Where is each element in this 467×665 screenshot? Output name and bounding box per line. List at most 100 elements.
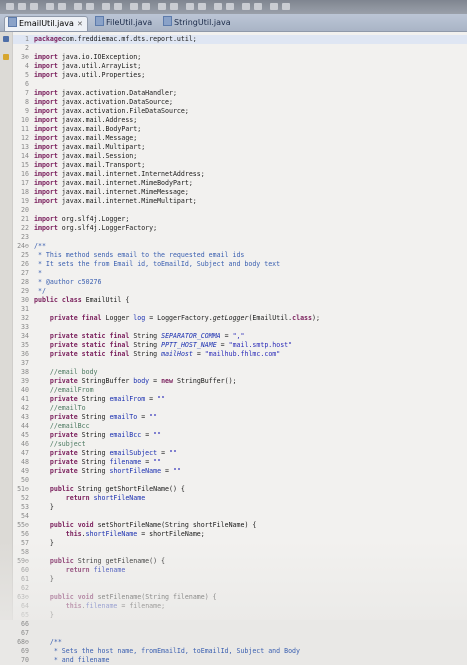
code-line[interactable]: 28 * @author c50276 xyxy=(13,278,467,287)
code-line[interactable]: 13 import javax.mail.Multipart; xyxy=(13,143,467,152)
toolbar-icon[interactable] xyxy=(46,3,54,10)
code-line[interactable]: 65 } xyxy=(13,611,467,620)
code-line[interactable]: 18 import javax.mail.internet.MimeMessage… xyxy=(13,188,467,197)
tab-fileutil[interactable]: FileUtil.java xyxy=(92,16,156,30)
toolbar-icon[interactable] xyxy=(18,3,26,10)
toolbar-icon[interactable] xyxy=(30,3,38,10)
toolbar-icon[interactable] xyxy=(282,3,290,10)
toolbar-icon[interactable] xyxy=(226,3,234,10)
code-line[interactable]: 9 import javax.activation.FileDataSource; xyxy=(13,107,467,116)
code-line[interactable]: 41 private String emailFrom = "" xyxy=(13,395,467,404)
code-line[interactable]: 59⊖ public String getFilename() { xyxy=(13,557,467,566)
close-icon[interactable]: ✕ xyxy=(77,20,83,28)
code-line[interactable]: 25 * This method sends email to the requ… xyxy=(13,251,467,260)
code-line[interactable]: 23 xyxy=(13,233,467,242)
code-line[interactable]: 53 } xyxy=(13,503,467,512)
code-line[interactable]: 32 private final Logger log = LoggerFact… xyxy=(13,314,467,323)
code-line[interactable]: 5 import java.util.Properties; xyxy=(13,71,467,80)
code-line[interactable]: 16 import javax.mail.internet.InternetAdd… xyxy=(13,170,467,179)
code-line[interactable]: 29 */ xyxy=(13,287,467,296)
toolbar-icon[interactable] xyxy=(86,3,94,10)
code-line[interactable]: 49 private String shortFileName = "" xyxy=(13,467,467,476)
bookmark-icon[interactable] xyxy=(3,36,9,42)
code-line[interactable]: 60 return filename xyxy=(13,566,467,575)
toolbar-icon[interactable] xyxy=(254,3,262,10)
toolbar-icon[interactable] xyxy=(74,3,82,10)
code-line[interactable]: 57 } xyxy=(13,539,467,548)
code-line[interactable]: 15 import javax.mail.Transport; xyxy=(13,161,467,170)
warning-icon[interactable] xyxy=(3,54,9,60)
code-line[interactable]: 27 * xyxy=(13,269,467,278)
toolbar-icon[interactable] xyxy=(102,3,110,10)
code-line[interactable]: 47 private String emailSubject = "" xyxy=(13,449,467,458)
code-line[interactable]: 10 import javax.mail.Address; xyxy=(13,116,467,125)
code-line[interactable]: 43 private String emailTo = "" xyxy=(13,413,467,422)
code-line[interactable]: 24⊖ /** xyxy=(13,242,467,251)
code-line[interactable]: 61 } xyxy=(13,575,467,584)
code-line[interactable]: 70 * and filename xyxy=(13,656,467,665)
tab-stringutil[interactable]: StringUtil.java xyxy=(160,16,235,30)
toolbar-icon[interactable] xyxy=(242,3,250,10)
code-line[interactable]: 68⊖ /** xyxy=(13,638,467,647)
code-line[interactable]: 50 xyxy=(13,476,467,485)
code-line[interactable]: 26 * It sets the from Email id, toEmailI… xyxy=(13,260,467,269)
code-line[interactable]: 56 this.shortFileName = shortFileName; xyxy=(13,530,467,539)
code-line[interactable]: 8 import javax.activation.DataSource; xyxy=(13,98,467,107)
code-line[interactable]: 55⊖ public void setShortFileName(String … xyxy=(13,521,467,530)
code-line[interactable]: 31 xyxy=(13,305,467,314)
code-line[interactable]: 39 private StringBuffer body = new Strin… xyxy=(13,377,467,386)
code-line[interactable]: 4 import java.util.ArrayList; xyxy=(13,62,467,71)
code-line[interactable]: 54 xyxy=(13,512,467,521)
code-line[interactable]: 17 import javax.mail.internet.MimeBodyPar… xyxy=(13,179,467,188)
code-line[interactable]: 67 xyxy=(13,629,467,638)
code-line[interactable]: 62 xyxy=(13,584,467,593)
code-line[interactable]: 3⊕ import java.io.IOException; xyxy=(13,53,467,62)
code-line[interactable]: 2 xyxy=(13,44,467,53)
code-line[interactable]: 64 this.filename = filename; xyxy=(13,602,467,611)
toolbar-icon[interactable] xyxy=(158,3,166,10)
code-line[interactable]: 38 //email body xyxy=(13,368,467,377)
toolbar-icon[interactable] xyxy=(270,3,278,10)
code-line[interactable]: 58 xyxy=(13,548,467,557)
code-line[interactable]: 45 private String emailBcc = "" xyxy=(13,431,467,440)
line-number: 68⊖ xyxy=(17,638,29,646)
editor-gutter[interactable] xyxy=(0,32,13,620)
code-line[interactable]: 7 import javax.activation.DataHandler; xyxy=(13,89,467,98)
code-line[interactable]: 37 xyxy=(13,359,467,368)
toolbar-icon[interactable] xyxy=(114,3,122,10)
code-line[interactable]: 1 packagecom.freddiemac.mf.dts.report.uti… xyxy=(13,35,467,44)
toolbar-icon[interactable] xyxy=(142,3,150,10)
code-line[interactable]: 11 import javax.mail.BodyPart; xyxy=(13,125,467,134)
code-line[interactable]: 51⊖ public String getShortFileName() { xyxy=(13,485,467,494)
tab-emailutil[interactable]: EmailUtil.java ✕ xyxy=(4,16,88,31)
code-line[interactable]: 20 xyxy=(13,206,467,215)
code-line[interactable]: 6 xyxy=(13,80,467,89)
code-line[interactable]: 19 import javax.mail.internet.MimeMultipa… xyxy=(13,197,467,206)
code-line[interactable]: 12 import javax.mail.Message; xyxy=(13,134,467,143)
code-line[interactable]: 30 public class EmailUtil { xyxy=(13,296,467,305)
toolbar-icon[interactable] xyxy=(6,3,14,10)
toolbar-icon[interactable] xyxy=(198,3,206,10)
code-line[interactable]: 44 //emailBcc xyxy=(13,422,467,431)
code-line[interactable]: 40 //emailFrom xyxy=(13,386,467,395)
code-line[interactable]: 33 xyxy=(13,323,467,332)
code-line[interactable]: 21 import org.slf4j.Logger; xyxy=(13,215,467,224)
code-line[interactable]: 46 //subject xyxy=(13,440,467,449)
code-line[interactable]: 35 private static final String PPTT_HOST… xyxy=(13,341,467,350)
code-line[interactable]: 52 return shortFileName xyxy=(13,494,467,503)
toolbar-icon[interactable] xyxy=(186,3,194,10)
code-line[interactable]: 63⊖ public void setFilename(String filen… xyxy=(13,593,467,602)
toolbar-icon[interactable] xyxy=(214,3,222,10)
code-editor[interactable]: 1 packagecom.freddiemac.mf.dts.report.uti… xyxy=(13,32,467,664)
code-line[interactable]: 36 private static final String mailHost … xyxy=(13,350,467,359)
code-line[interactable]: 66 xyxy=(13,620,467,629)
code-line[interactable]: 22 import org.slf4j.LoggerFactory; xyxy=(13,224,467,233)
toolbar-icon[interactable] xyxy=(58,3,66,10)
code-line[interactable]: 34 private static final String SEPARATOR… xyxy=(13,332,467,341)
code-line[interactable]: 42 //emailTo xyxy=(13,404,467,413)
code-line[interactable]: 14 import javax.mail.Session; xyxy=(13,152,467,161)
code-line[interactable]: 48 private String filename = "" xyxy=(13,458,467,467)
code-line[interactable]: 69 * Sets the host name, fromEmailId, to… xyxy=(13,647,467,656)
toolbar-icon[interactable] xyxy=(170,3,178,10)
toolbar-icon[interactable] xyxy=(130,3,138,10)
